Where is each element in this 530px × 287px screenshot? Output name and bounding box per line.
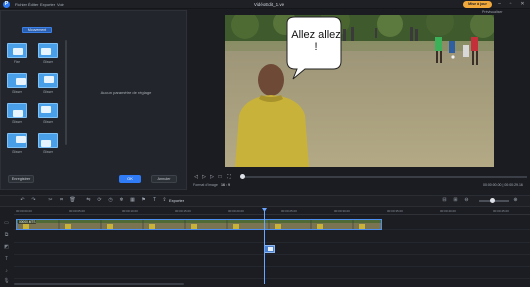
export-button[interactable]: Exporter: [169, 197, 184, 204]
close-icon[interactable]: ✕: [518, 1, 527, 8]
undo-icon[interactable]: ↶: [19, 197, 26, 204]
pip-track[interactable]: [14, 231, 530, 243]
video-preview-frame[interactable]: [225, 15, 494, 167]
overlay-tile[interactable]: [38, 73, 58, 88]
ruler-tick-label: 00:00:30.00: [334, 209, 350, 213]
upgrade-button[interactable]: Mise à jour: [463, 1, 492, 8]
play-icon[interactable]: ▷: [201, 174, 207, 180]
menu-export[interactable]: Exporter: [40, 2, 55, 7]
overlay-tile-label: Glisser: [43, 90, 53, 94]
overlay-clip-icon: [268, 247, 273, 251]
motion-mode-button[interactable]: Mouvement: [22, 27, 52, 33]
ruler-tick-label: 00:00:45.00: [493, 209, 509, 213]
zoom-in-icon[interactable]: ⊕: [512, 197, 519, 204]
minimize-icon[interactable]: –: [495, 1, 504, 8]
overlay-tile-label: Glisser: [43, 150, 53, 154]
save-preset-button[interactable]: Enregistrer: [8, 175, 34, 183]
video-track-icon: ▭: [4, 220, 9, 226]
timeline-scrollbar[interactable]: [14, 283, 184, 285]
overlay-tile[interactable]: [7, 103, 27, 118]
empty-settings-message: Aucun paramètre de réglage: [100, 90, 152, 95]
freeze-icon[interactable]: ❄: [118, 197, 125, 204]
panel-scrollbar[interactable]: [65, 40, 67, 145]
edit-toolbar: [0, 195, 530, 207]
next-frame-icon[interactable]: ▷: [209, 174, 215, 180]
playhead[interactable]: [264, 208, 265, 284]
delete-icon[interactable]: 🗑: [69, 197, 76, 204]
ruler-tick-label: 00:00:05.00: [69, 209, 85, 213]
redo-icon[interactable]: ↷: [30, 197, 37, 204]
ruler-tick-label: 00:00:25.00: [281, 209, 297, 213]
prev-frame-icon[interactable]: ◁: [193, 174, 199, 180]
audio-track[interactable]: [14, 267, 530, 279]
overlay-tile-label: Fixe: [13, 60, 21, 64]
overlay-tile-label: Glisser: [43, 60, 53, 64]
overlay-tile[interactable]: [38, 43, 58, 58]
time-readout: 00:00:00.00 | 00:00:29.16: [483, 183, 523, 187]
aspect-ratio-label: Format d'image: [193, 183, 218, 187]
rotate-icon[interactable]: ⟳: [96, 197, 103, 204]
stop-icon[interactable]: □: [217, 174, 223, 180]
track-settings-icon[interactable]: ⊞: [452, 197, 459, 204]
crop-icon[interactable]: ⌗: [58, 197, 65, 204]
ruler-tick-label: 00:00:10.00: [122, 209, 138, 213]
mirror-icon[interactable]: ⇋: [85, 197, 92, 204]
ruler-tick-label: 00:00:00.00: [16, 209, 32, 213]
cancel-button[interactable]: Annuler: [151, 175, 177, 183]
document-title: VidéoEdit_1.ve: [253, 2, 285, 7]
snap-icon[interactable]: ⊟: [441, 197, 448, 204]
mosaic-icon[interactable]: ▦: [129, 197, 136, 204]
video-frame-image: [225, 15, 494, 167]
overlay-tile-label: Glisser: [12, 90, 22, 94]
overlay-tile-label: Glisser: [12, 150, 22, 154]
preview-quality-label[interactable]: Prévisualiser: [482, 10, 503, 14]
video-clip-name: 00000.MTS: [18, 220, 37, 224]
app-logo: P: [3, 1, 10, 8]
ruler-tick-label: 00:00:20.00: [228, 209, 244, 213]
seek-bar[interactable]: [242, 176, 527, 178]
zoom-slider-knob[interactable]: [490, 198, 495, 203]
speed-icon[interactable]: ◷: [107, 197, 114, 204]
ruler-tick-label: 00:00:15.00: [175, 209, 191, 213]
overlay-track-icon: ◩: [4, 244, 9, 250]
overlay-tile[interactable]: [38, 103, 58, 118]
overlay-settings-panel: [0, 10, 187, 190]
voice-icon: 🎙: [3, 278, 10, 284]
aspect-ratio-select[interactable]: 16 : 9: [221, 183, 230, 187]
marker-icon[interactable]: ⚑: [140, 197, 147, 204]
overlay-tile[interactable]: [38, 133, 58, 148]
overlay-tile-label: Glisser: [12, 120, 22, 124]
ruler-tick-label: 00:00:35.00: [387, 209, 403, 213]
ok-button[interactable]: OK: [119, 175, 141, 183]
menu-view[interactable]: Voir: [57, 2, 64, 7]
maximize-icon[interactable]: ▫: [506, 1, 515, 8]
split-icon[interactable]: ✂: [47, 197, 54, 204]
seek-thumb[interactable]: [240, 174, 245, 179]
speech-bubble-text: Allez allez !: [291, 29, 341, 53]
pip-track-icon: ⧉: [4, 232, 9, 238]
overlay-tile[interactable]: [7, 73, 27, 88]
fullscreen-icon[interactable]: ⛶: [226, 174, 232, 180]
ruler-tick-label: 00:00:40.00: [440, 209, 456, 213]
text-track[interactable]: [14, 255, 530, 267]
video-clip[interactable]: [16, 219, 382, 230]
menu-edit[interactable]: Éditer: [28, 2, 38, 7]
text-track-icon: T: [4, 256, 9, 262]
zoom-out-icon[interactable]: ⊖: [463, 197, 470, 204]
export-icon[interactable]: ⇪: [161, 197, 168, 204]
overlay-tile[interactable]: [7, 43, 27, 58]
overlay-tile-label: Glisser: [43, 120, 53, 124]
overlay-tile[interactable]: [7, 133, 27, 148]
menu-file[interactable]: Fichier: [15, 2, 27, 7]
music-icon: ♪: [5, 268, 8, 274]
text-icon[interactable]: T: [151, 197, 158, 204]
clip-thumbnails: [17, 220, 381, 229]
